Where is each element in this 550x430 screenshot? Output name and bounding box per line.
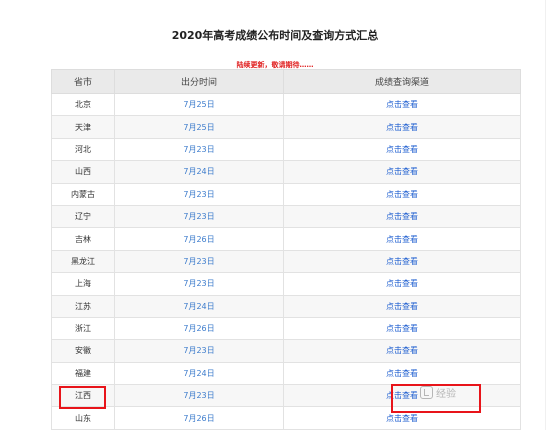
province-cell: 山西 xyxy=(51,160,115,184)
channel-cell: 点击查看 xyxy=(283,249,521,274)
province-cell: 内蒙古 xyxy=(51,182,115,206)
view-link[interactable]: 点击查看 xyxy=(386,145,418,154)
date-cell: 7月25日 xyxy=(114,92,284,117)
channel-cell: 点击查看 xyxy=(283,227,521,251)
view-link[interactable]: 点击查看 xyxy=(386,167,418,176)
view-link[interactable]: 点击查看 xyxy=(386,100,418,109)
table-row: 吉林 7月26日 点击查看 xyxy=(51,227,521,251)
channel-cell: 点击查看 xyxy=(283,137,521,162)
table-row: 北京 7月25日 点击查看 xyxy=(51,92,521,117)
date-cell: 7月23日 xyxy=(114,249,284,274)
date-cell: 7月26日 xyxy=(114,227,284,251)
date-cell: 7月24日 xyxy=(114,160,284,184)
header-date: 出分时间 xyxy=(114,69,284,94)
table-row: 河北 7月23日 点击查看 xyxy=(51,137,521,162)
table-row: 山东 7月26日 点击查看 xyxy=(51,406,521,430)
province-cell: 上海 xyxy=(51,272,115,296)
view-link[interactable]: 点击查看 xyxy=(386,324,418,333)
province-cell: 江苏 xyxy=(51,294,115,318)
header-channel: 成绩查询渠道 xyxy=(283,69,521,94)
channel-cell: 点击查看 xyxy=(283,361,521,386)
view-link[interactable]: 点击查看 xyxy=(386,190,418,199)
table-row: 内蒙古 7月23日 点击查看 xyxy=(51,182,521,206)
header-row: 省市 出分时间 成绩查询渠道 xyxy=(51,69,521,94)
page-title: 2020年高考成绩公布时间及查询方式汇总 xyxy=(171,29,379,42)
view-link[interactable]: 点击查看 xyxy=(386,257,418,266)
channel-cell: 点击查看 xyxy=(283,182,521,206)
table-row: 天津 7月25日 点击查看 xyxy=(51,115,521,139)
province-cell: 辽宁 xyxy=(51,204,115,229)
header-province: 省市 xyxy=(51,69,115,94)
province-cell: 江西 xyxy=(51,384,115,408)
province-cell: 福建 xyxy=(51,361,115,386)
table-header: 省市 出分时间 成绩查询渠道 xyxy=(51,69,521,94)
table-row: 安徽 7月23日 点击查看 xyxy=(51,339,521,363)
channel-cell: 点击查看 xyxy=(283,204,521,229)
date-cell: 7月23日 xyxy=(114,339,284,363)
province-cell: 吉林 xyxy=(51,227,115,251)
date-cell: 7月23日 xyxy=(114,182,284,206)
date-cell: 7月23日 xyxy=(114,384,284,408)
watermark-text: 经验 xyxy=(436,389,456,400)
channel-cell: 点击查看 xyxy=(283,406,521,430)
province-cell: 天津 xyxy=(51,115,115,139)
date-cell: 7月23日 xyxy=(114,204,284,229)
watermark: 经验 xyxy=(420,385,456,400)
date-cell: 7月23日 xyxy=(114,272,284,296)
view-link[interactable]: 点击查看 xyxy=(386,391,418,400)
province-cell: 河北 xyxy=(51,137,115,162)
table-row: 江苏 7月24日 点击查看 xyxy=(51,294,521,318)
view-link[interactable]: 点击查看 xyxy=(386,212,418,221)
channel-cell: 点击查看 xyxy=(283,272,521,296)
table-row: 黑龙江 7月23日 点击查看 xyxy=(51,249,521,274)
province-cell: 黑龙江 xyxy=(51,249,115,274)
view-link[interactable]: 点击查看 xyxy=(386,123,418,132)
view-link[interactable]: 点击查看 xyxy=(386,279,418,288)
province-cell: 山东 xyxy=(51,406,115,430)
page: 2020年高考成绩公布时间及查询方式汇总 陆续更新，敬请期待…… 省市 出分时间… xyxy=(0,0,550,430)
date-cell: 7月24日 xyxy=(114,361,284,386)
date-cell: 7月26日 xyxy=(114,406,284,430)
channel-cell: 点击查看 xyxy=(283,92,521,117)
table-row: 山西 7月24日 点击查看 xyxy=(51,160,521,184)
view-link[interactable]: 点击查看 xyxy=(386,346,418,355)
view-link[interactable]: 点击查看 xyxy=(386,414,418,423)
channel-cell: 点击查看 xyxy=(283,384,521,408)
channel-cell: 点击查看 xyxy=(283,339,521,363)
date-cell: 7月25日 xyxy=(114,115,284,139)
view-link[interactable]: 点击查看 xyxy=(386,369,418,378)
channel-cell: 点击查看 xyxy=(283,160,521,184)
table-body: 北京 7月25日 点击查看 天津 7月25日 点击查看 河北 7月23日 点击查看 山西 7月24日… xyxy=(51,92,521,430)
channel-cell: 点击查看 xyxy=(283,316,521,341)
view-link[interactable]: 点击查看 xyxy=(386,235,418,244)
province-cell: 北京 xyxy=(51,92,115,117)
results-table: 省市 出分时间 成绩查询渠道 北京 7月25日 点击查看 天津 7月25日 点击查看 河北 7… xyxy=(51,69,521,430)
date-cell: 7月24日 xyxy=(114,294,284,318)
scroll-edge xyxy=(545,0,546,430)
province-cell: 浙江 xyxy=(51,316,115,341)
baidu-jingyan-logo-icon xyxy=(420,386,433,399)
date-cell: 7月23日 xyxy=(114,137,284,162)
table-row: 辽宁 7月23日 点击查看 xyxy=(51,204,521,229)
table-row: 上海 7月23日 点击查看 xyxy=(51,272,521,296)
view-link[interactable]: 点击查看 xyxy=(386,302,418,311)
table-row: 福建 7月24日 点击查看 xyxy=(51,361,521,386)
province-cell: 安徽 xyxy=(51,339,115,363)
table-row: 浙江 7月26日 点击查看 xyxy=(51,316,521,341)
date-cell: 7月26日 xyxy=(114,316,284,341)
channel-cell: 点击查看 xyxy=(283,294,521,318)
channel-cell: 点击查看 xyxy=(283,115,521,139)
